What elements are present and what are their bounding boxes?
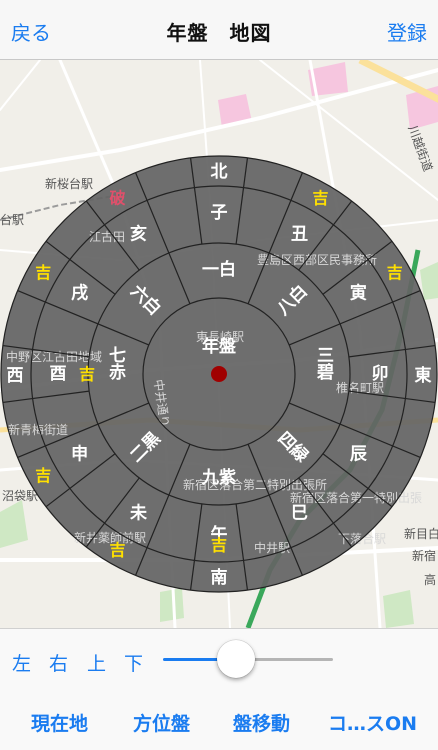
fortune-mark-lucky: 吉	[387, 263, 403, 282]
zodiac-label: 巳	[291, 503, 308, 523]
zodiac-label: 戌	[71, 283, 88, 304]
direction-east: 東	[415, 365, 432, 386]
map-label: 台駅	[0, 212, 24, 227]
register-button[interactable]: 登録	[387, 17, 427, 46]
map-label: 新宿	[412, 548, 436, 563]
move-down-button[interactable]: 下	[124, 649, 143, 676]
rotate-left-button[interactable]: 左	[12, 649, 31, 676]
zodiac-label: 申	[71, 444, 88, 465]
page-title: 年盤 地図	[166, 21, 272, 45]
map-label: 新桜台駅	[45, 176, 93, 191]
compass-center-label: 年盤	[202, 336, 237, 357]
map-label: 新目白	[404, 526, 438, 541]
star-label-south: 九紫	[201, 467, 236, 488]
map-label: 江古田	[89, 229, 125, 244]
direction-south: 南	[211, 567, 228, 588]
fortune-mark-lucky: 吉	[312, 189, 328, 208]
zodiac-label: 酉	[50, 364, 67, 384]
zodiac-label: 未	[129, 502, 147, 523]
star-label-east: 三碧	[313, 346, 335, 381]
map-label: 沼袋駅	[2, 489, 38, 503]
course-on-button[interactable]: コ…スON	[328, 709, 417, 736]
rotate-right-button[interactable]: 右	[49, 649, 68, 676]
control-panel: 左 右 上 下 現在地 方位盤 盤移動 コ…スON	[0, 628, 438, 750]
map-label: 豊島区西部区民事務所	[257, 252, 377, 267]
move-up-button[interactable]: 上	[87, 649, 106, 676]
map-park	[383, 590, 414, 628]
star-label-north: 一白	[202, 259, 236, 280]
map-view[interactable]: 新桜台駅 台駅 川越街道 沼袋駅 新目白 新宿 高 江古田 豊島区西部区民事務所…	[0, 60, 438, 628]
current-location-button[interactable]: 現在地	[31, 709, 88, 736]
fortune-mark-broken: 破	[109, 189, 125, 208]
zodiac-label: 辰	[350, 445, 368, 465]
fortune-mark-lucky: 吉	[109, 540, 125, 559]
map-label: 高	[424, 572, 436, 587]
navigation-bar: 戻る 年盤 地図 登録	[0, 0, 438, 60]
slider-thumb[interactable]	[217, 640, 256, 678]
map-label: 中井駅	[254, 540, 290, 555]
compass-board-button[interactable]: 方位盤	[133, 709, 190, 736]
zodiac-label: 寅	[350, 283, 367, 304]
zodiac-label: 子	[211, 203, 228, 223]
fortune-mark-lucky: 吉	[35, 263, 51, 282]
fortune-mark-lucky: 吉	[79, 365, 95, 384]
zodiac-label: 亥	[130, 224, 147, 245]
zodiac-label: 卯	[372, 364, 389, 384]
fortune-mark-lucky: 吉	[211, 536, 227, 555]
fortune-mark-lucky: 吉	[35, 466, 51, 485]
star-label-west: 七赤	[105, 346, 126, 381]
board-move-button[interactable]: 盤移動	[233, 709, 290, 736]
direction-west: 西	[7, 366, 24, 386]
current-position-marker	[211, 366, 227, 382]
zodiac-label: 丑	[291, 225, 308, 245]
compass-wheel[interactable]: 江古田 豊島区西部区民事務所 中野区江古田地域 東長崎駅 椎名町駅 中井通り 新…	[0, 155, 438, 593]
direction-north: 北	[211, 162, 228, 182]
